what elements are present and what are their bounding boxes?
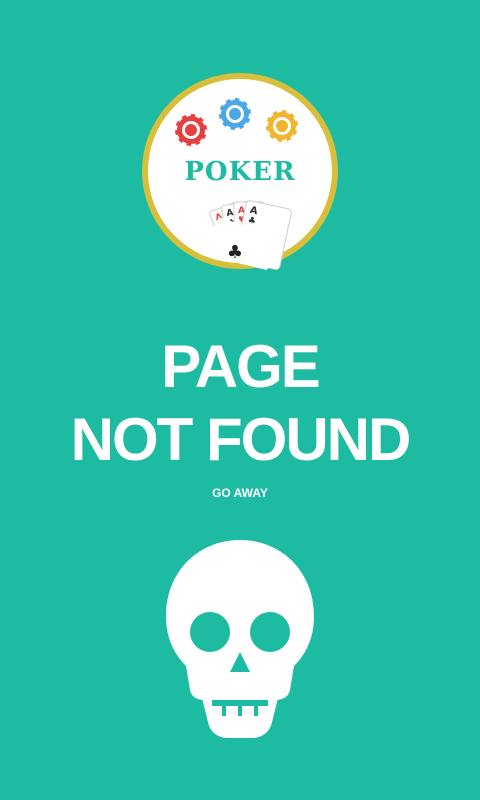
skull-icon <box>164 540 316 740</box>
blue-chip-icon <box>217 96 253 132</box>
poker-text: POKER <box>184 157 295 187</box>
skull-graphic <box>166 540 314 738</box>
headline-line2: NOT FOUND <box>70 406 412 473</box>
subtitle: GO AWAY <box>212 486 268 500</box>
poker-logo-graphic: POKER A ♦ A ♠ A ♥ <box>142 73 338 270</box>
club-icon: ♣ <box>227 242 243 263</box>
yellow-chip-icon <box>264 108 300 144</box>
error-screen: POKER A ♦ A ♠ A ♥ <box>0 0 480 800</box>
poker-logo: POKER A ♦ A ♠ A ♥ <box>141 72 339 270</box>
headline-line1: PAGE <box>161 333 321 400</box>
red-chip-icon <box>173 112 209 148</box>
